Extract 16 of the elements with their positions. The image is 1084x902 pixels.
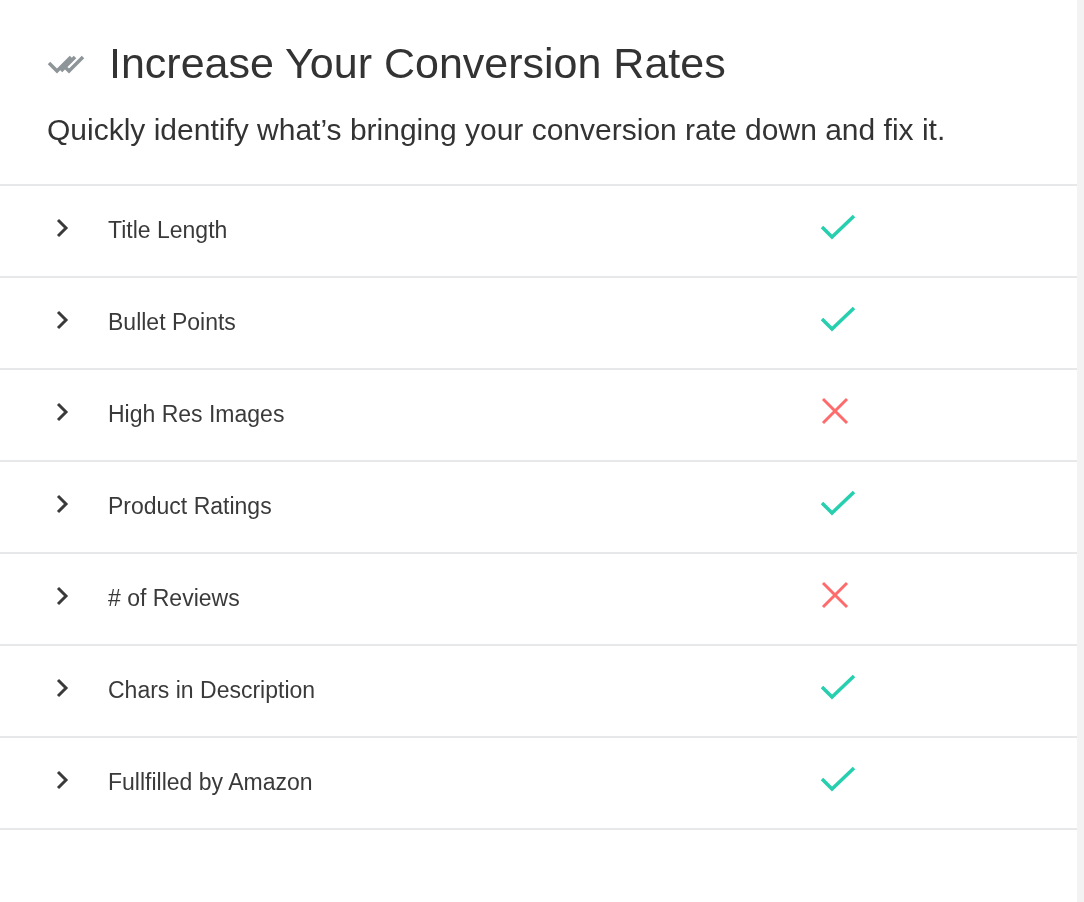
page-title: Increase Your Conversion Rates xyxy=(109,38,726,89)
check-label: Bullet Points xyxy=(108,309,237,337)
check-label: Chars in Description xyxy=(108,677,317,705)
page-subtitle: Quickly identify what’s bringing your conversion rate down and fix it. xyxy=(47,111,947,148)
check-label: High Res Images xyxy=(108,401,286,429)
check-row[interactable]: Title Length xyxy=(0,185,1077,278)
check-row[interactable]: # of Reviews xyxy=(0,553,1077,646)
check-label: # of Reviews xyxy=(108,585,241,613)
check-row[interactable]: Bullet Points xyxy=(0,277,1077,370)
check-label: Product Ratings xyxy=(108,493,273,521)
check-row[interactable]: Product Ratings xyxy=(0,461,1077,554)
check-row[interactable]: High Res Images xyxy=(0,369,1077,462)
check-row[interactable]: Chars in Description xyxy=(0,645,1077,738)
check-label: Title Length xyxy=(108,217,229,245)
check-label: Fullfilled by Amazon xyxy=(108,769,314,797)
check-row[interactable]: Fullfilled by Amazon xyxy=(0,737,1077,830)
